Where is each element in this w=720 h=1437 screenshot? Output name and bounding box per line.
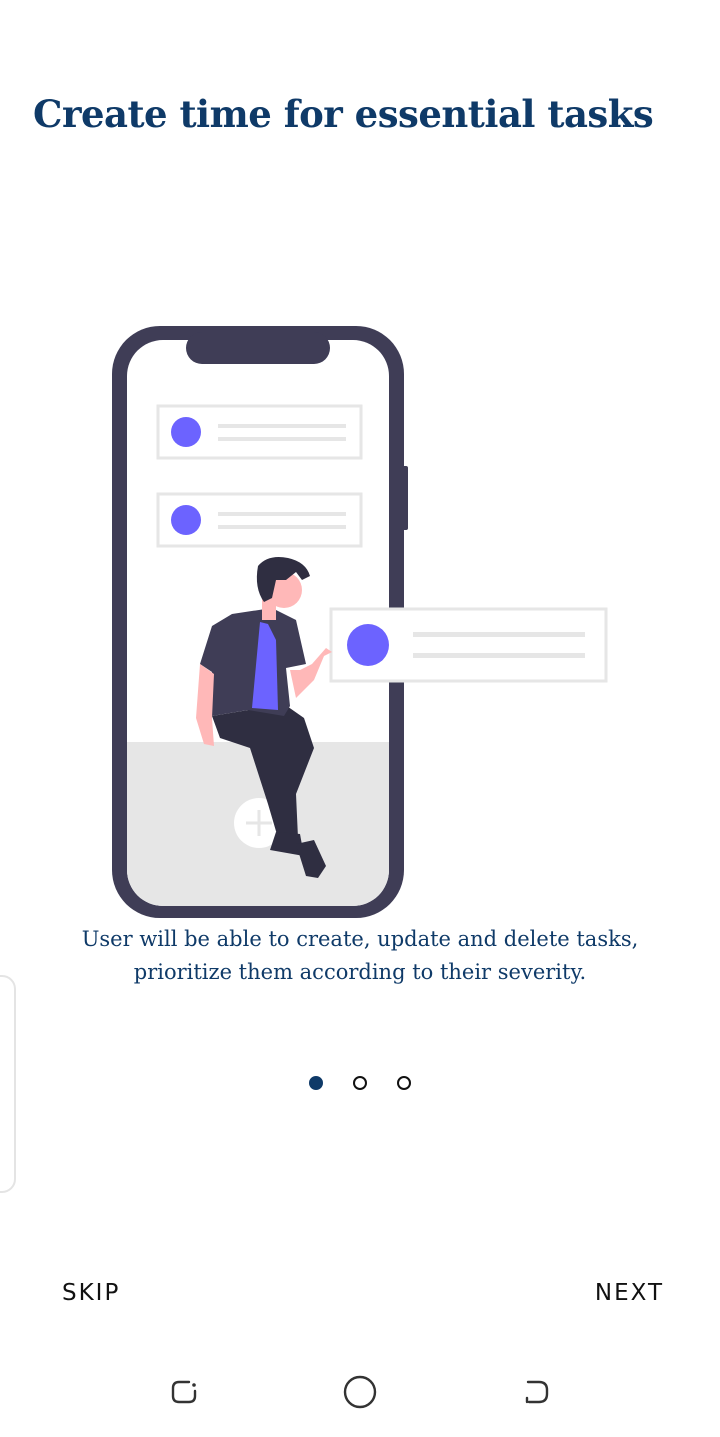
page-indicator (0, 1076, 720, 1094)
home-icon[interactable] (338, 1370, 382, 1414)
skip-button[interactable]: SKIP (62, 1280, 120, 1306)
page-title: Create time for essential tasks (33, 92, 654, 136)
recent-apps-icon[interactable] (162, 1370, 206, 1414)
edge-panel-handle[interactable] (0, 975, 16, 1193)
page-dot-1-active[interactable] (309, 1076, 323, 1090)
page-dot-3[interactable] (397, 1076, 411, 1090)
next-button[interactable]: NEXT (595, 1280, 664, 1306)
page-dot-2[interactable] (353, 1076, 367, 1090)
back-icon[interactable] (514, 1370, 558, 1414)
onboarding-description: User will be able to create, update and … (81, 927, 639, 984)
system-navigation-bar (0, 1350, 720, 1437)
onboarding-illustration (112, 326, 608, 918)
